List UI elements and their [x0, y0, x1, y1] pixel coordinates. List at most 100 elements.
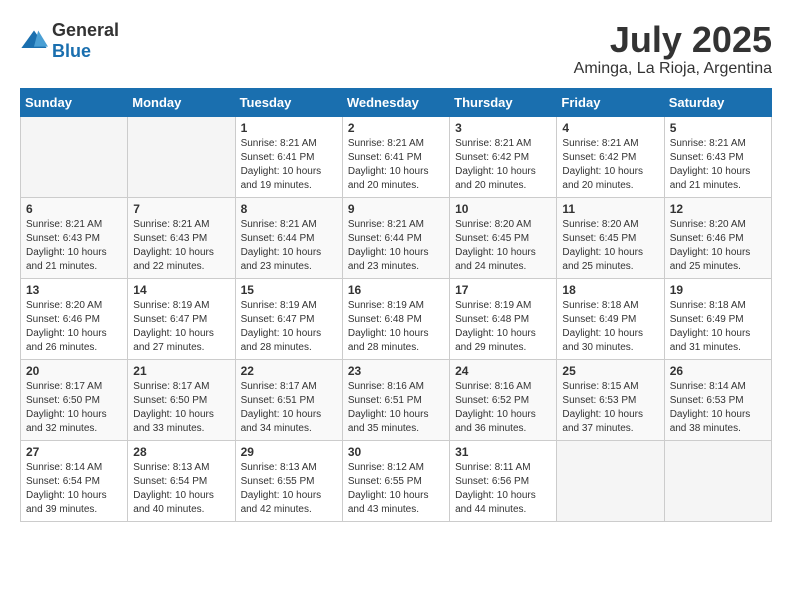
day-info: Sunrise: 8:19 AMSunset: 6:48 PMDaylight:… — [455, 299, 551, 355]
logo-text: General Blue — [52, 20, 119, 62]
day-info: Sunrise: 8:21 AMSunset: 6:42 PMDaylight:… — [562, 137, 658, 193]
day-number: 16 — [348, 283, 444, 297]
calendar-cell: 28 Sunrise: 8:13 AMSunset: 6:54 PMDayligh… — [128, 440, 235, 521]
calendar-cell: 2Sunrise: 8:21 AMSunset: 6:41 PMDaylight… — [342, 116, 449, 197]
day-info: Sunrise: 8:17 AMSunset: 6:51 PMDaylight:… — [241, 380, 337, 436]
day-info: Sunrise: 8:19 AMSunset: 6:48 PMDaylight:… — [348, 299, 444, 355]
day-number: 31 — [455, 445, 551, 459]
calendar-cell: 12 Sunrise: 8:20 AMSunset: 6:46 PMDayligh… — [664, 197, 771, 278]
day-number: 20 — [26, 364, 122, 378]
day-info: Sunrise: 8:16 AMSunset: 6:51 PMDaylight:… — [348, 380, 444, 436]
calendar-cell: 7Sunrise: 8:21 AMSunset: 6:43 PMDaylight… — [128, 197, 235, 278]
logo-blue: Blue — [52, 41, 91, 61]
day-info: Sunrise: 8:18 AMSunset: 6:49 PMDaylight:… — [562, 299, 658, 355]
calendar-cell: 6 Sunrise: 8:21 AMSunset: 6:43 PMDaylight… — [21, 197, 128, 278]
day-header-sunday: Sunday — [21, 88, 128, 116]
day-number: 4 — [562, 121, 658, 135]
calendar-cell: 29 Sunrise: 8:13 AMSunset: 6:55 PMDayligh… — [235, 440, 342, 521]
day-number: 18 — [562, 283, 658, 297]
day-info: Sunrise: 8:21 AMSunset: 6:41 PMDaylight:… — [348, 137, 444, 193]
day-number: 8 — [241, 202, 337, 216]
day-number: 27 — [26, 445, 122, 459]
main-title: July 2025 — [574, 20, 772, 60]
calendar-cell — [21, 116, 128, 197]
day-info: Sunrise: 8:16 AMSunset: 6:52 PMDaylight:… — [455, 380, 551, 436]
calendar-cell: 3 Sunrise: 8:21 AMSunset: 6:42 PMDaylight… — [450, 116, 557, 197]
calendar-cell: 10 Sunrise: 8:20 AMSunset: 6:45 PMDayligh… — [450, 197, 557, 278]
title-block: July 2025 Aminga, La Rioja, Argentina — [574, 20, 772, 78]
day-number: 17 — [455, 283, 551, 297]
day-info: Sunrise: 8:21 AMSunset: 6:44 PMDaylight:… — [241, 218, 337, 274]
day-info: Sunrise: 8:20 AMSunset: 6:45 PMDaylight:… — [562, 218, 658, 274]
day-info: Sunrise: 8:21 AMSunset: 6:43 PMDaylight:… — [26, 218, 122, 274]
day-number: 25 — [562, 364, 658, 378]
day-number: 21 — [133, 364, 229, 378]
day-info: Sunrise: 8:21 AMSunset: 6:42 PMDaylight:… — [455, 137, 551, 193]
day-number: 6 — [26, 202, 122, 216]
day-header-thursday: Thursday — [450, 88, 557, 116]
day-header-friday: Friday — [557, 88, 664, 116]
day-info: Sunrise: 8:20 AMSunset: 6:46 PMDaylight:… — [670, 218, 766, 274]
day-info: Sunrise: 8:17 AMSunset: 6:50 PMDaylight:… — [26, 380, 122, 436]
calendar-cell: 19Sunrise: 8:18 AMSunset: 6:49 PMDayligh… — [664, 278, 771, 359]
calendar-cell: 17 Sunrise: 8:19 AMSunset: 6:48 PMDayligh… — [450, 278, 557, 359]
calendar-cell — [128, 116, 235, 197]
day-info: Sunrise: 8:13 AMSunset: 6:54 PMDaylight:… — [133, 461, 229, 517]
calendar-cell: 27 Sunrise: 8:14 AMSunset: 6:54 PMDayligh… — [21, 440, 128, 521]
calendar-cell: 24 Sunrise: 8:16 AMSunset: 6:52 PMDayligh… — [450, 359, 557, 440]
logo: General Blue — [20, 20, 119, 62]
calendar-cell: 13Sunrise: 8:20 AMSunset: 6:46 PMDayligh… — [21, 278, 128, 359]
day-info: Sunrise: 8:17 AMSunset: 6:50 PMDaylight:… — [133, 380, 229, 436]
day-info: Sunrise: 8:21 AMSunset: 6:41 PMDaylight:… — [241, 137, 337, 193]
calendar-header-row: SundayMondayTuesdayWednesdayThursdayFrid… — [21, 88, 772, 116]
day-number: 26 — [670, 364, 766, 378]
day-number: 10 — [455, 202, 551, 216]
calendar-week-4: 20 Sunrise: 8:17 AMSunset: 6:50 PMDayligh… — [21, 359, 772, 440]
day-number: 24 — [455, 364, 551, 378]
calendar-cell: 4 Sunrise: 8:21 AMSunset: 6:42 PMDaylight… — [557, 116, 664, 197]
calendar-cell: 20 Sunrise: 8:17 AMSunset: 6:50 PMDayligh… — [21, 359, 128, 440]
calendar-cell: 11 Sunrise: 8:20 AMSunset: 6:45 PMDayligh… — [557, 197, 664, 278]
calendar-cell: 5Sunrise: 8:21 AMSunset: 6:43 PMDaylight… — [664, 116, 771, 197]
calendar-table: SundayMondayTuesdayWednesdayThursdayFrid… — [20, 88, 772, 522]
calendar-cell: 14Sunrise: 8:19 AMSunset: 6:47 PMDayligh… — [128, 278, 235, 359]
calendar-cell: 21 Sunrise: 8:17 AMSunset: 6:50 PMDayligh… — [128, 359, 235, 440]
calendar-week-1: 1 Sunrise: 8:21 AMSunset: 6:41 PMDaylight… — [21, 116, 772, 197]
day-number: 30 — [348, 445, 444, 459]
day-number: 11 — [562, 202, 658, 216]
calendar-cell: 26Sunrise: 8:14 AMSunset: 6:53 PMDayligh… — [664, 359, 771, 440]
day-number: 3 — [455, 121, 551, 135]
calendar-cell: 22 Sunrise: 8:17 AMSunset: 6:51 PMDayligh… — [235, 359, 342, 440]
day-info: Sunrise: 8:21 AMSunset: 6:44 PMDaylight:… — [348, 218, 444, 274]
day-number: 22 — [241, 364, 337, 378]
subtitle: Aminga, La Rioja, Argentina — [574, 60, 772, 78]
day-info: Sunrise: 8:21 AMSunset: 6:43 PMDaylight:… — [133, 218, 229, 274]
calendar-week-3: 13Sunrise: 8:20 AMSunset: 6:46 PMDayligh… — [21, 278, 772, 359]
day-info: Sunrise: 8:13 AMSunset: 6:55 PMDaylight:… — [241, 461, 337, 517]
calendar-cell: 31 Sunrise: 8:11 AMSunset: 6:56 PMDayligh… — [450, 440, 557, 521]
day-number: 23 — [348, 364, 444, 378]
day-number: 12 — [670, 202, 766, 216]
day-number: 15 — [241, 283, 337, 297]
calendar-cell: 18 Sunrise: 8:18 AMSunset: 6:49 PMDayligh… — [557, 278, 664, 359]
day-header-tuesday: Tuesday — [235, 88, 342, 116]
day-info: Sunrise: 8:20 AMSunset: 6:46 PMDaylight:… — [26, 299, 122, 355]
calendar-cell: 30 Sunrise: 8:12 AMSunset: 6:55 PMDayligh… — [342, 440, 449, 521]
calendar-cell: 15 Sunrise: 8:19 AMSunset: 6:47 PMDayligh… — [235, 278, 342, 359]
day-number: 9 — [348, 202, 444, 216]
day-number: 29 — [241, 445, 337, 459]
day-number: 14 — [133, 283, 229, 297]
day-info: Sunrise: 8:12 AMSunset: 6:55 PMDaylight:… — [348, 461, 444, 517]
day-info: Sunrise: 8:21 AMSunset: 6:43 PMDaylight:… — [670, 137, 766, 193]
day-info: Sunrise: 8:18 AMSunset: 6:49 PMDaylight:… — [670, 299, 766, 355]
day-info: Sunrise: 8:14 AMSunset: 6:54 PMDaylight:… — [26, 461, 122, 517]
day-info: Sunrise: 8:19 AMSunset: 6:47 PMDaylight:… — [241, 299, 337, 355]
day-header-wednesday: Wednesday — [342, 88, 449, 116]
logo-general: General — [52, 20, 119, 40]
calendar-cell: 16 Sunrise: 8:19 AMSunset: 6:48 PMDayligh… — [342, 278, 449, 359]
day-number: 1 — [241, 121, 337, 135]
day-number: 28 — [133, 445, 229, 459]
day-info: Sunrise: 8:11 AMSunset: 6:56 PMDaylight:… — [455, 461, 551, 517]
calendar-cell — [557, 440, 664, 521]
day-info: Sunrise: 8:20 AMSunset: 6:45 PMDaylight:… — [455, 218, 551, 274]
